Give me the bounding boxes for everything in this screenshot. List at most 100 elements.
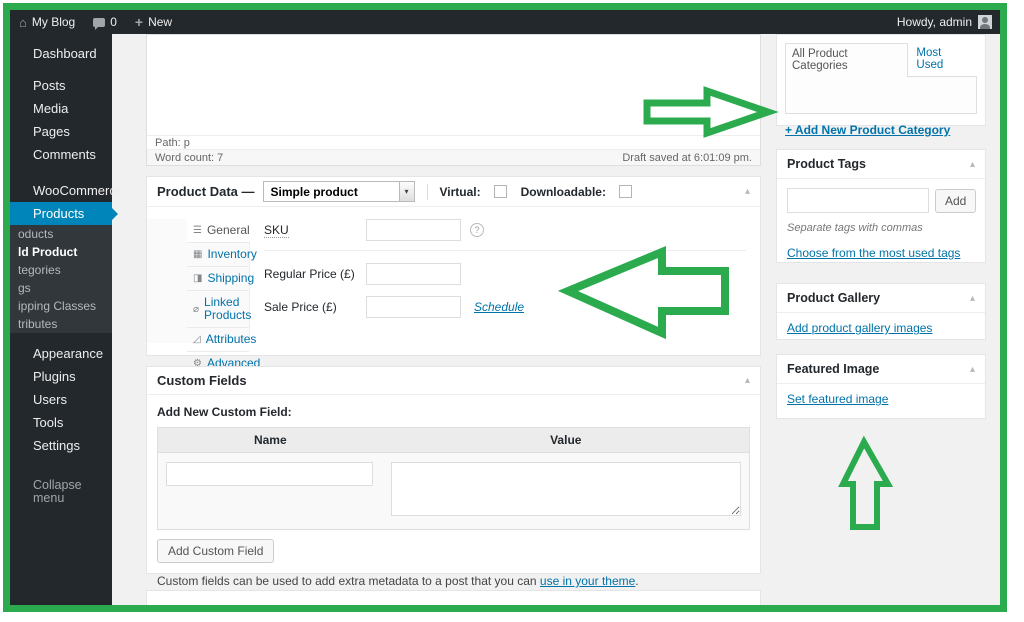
product-gallery-title: Product Gallery [787,291,880,305]
submenu-item-products[interactable]: oducts [10,225,112,243]
admin-sidebar: Dashboard Posts Media Pages Comments Woo… [10,34,112,605]
use-in-your-theme-link[interactable]: use in your theme [540,574,635,588]
sidebar-item-posts[interactable]: Posts [10,74,112,97]
name-column-header: Name [158,428,383,452]
sidebar-item-products-label: Products [33,206,84,221]
sidebar-item-appearance[interactable]: Appearance [10,342,112,365]
set-featured-image-link[interactable]: Set featured image [787,392,888,406]
custom-fields-help-prefix: Custom fields can be used to add extra m… [157,574,540,588]
sidebar-item-media[interactable]: Media [10,97,112,120]
word-count: Word count: 7 [155,152,223,164]
sidebar-item-comments[interactable]: Comments [10,143,112,166]
custom-fields-title: Custom Fields [157,373,247,388]
custom-field-value-input[interactable] [391,462,741,516]
submenu-item-tags[interactable]: gs [10,279,112,297]
collapse-panel-icon[interactable]: ▴ [745,186,750,197]
add-new-product-category-link[interactable]: + Add New Product Category [785,123,950,137]
collapse-panel-icon[interactable]: ▴ [745,375,750,386]
tab-attributes[interactable]: ◿ Attributes [187,328,249,352]
virtual-checkbox[interactable] [494,185,507,198]
general-tab-panel: SKU ? Regular Price (£) Sale Price (£) [250,207,760,355]
regular-price-input[interactable] [366,263,461,285]
avatar [978,15,992,29]
sidebar-item-settings[interactable]: Settings [10,434,112,457]
editor-path-bar: Path: p [147,136,760,150]
product-type-select[interactable]: Simple product ▾ [263,181,415,202]
custom-field-name-input[interactable] [166,462,373,486]
sidebar-item-pages[interactable]: Pages [10,120,112,143]
active-menu-arrow-icon [112,208,118,220]
admin-bar-account-link[interactable]: Howdy, admin [889,10,1000,34]
custom-fields-help-suffix: . [635,574,638,588]
new-tag-input[interactable] [787,188,929,213]
downloadable-label: Downloadable: [521,185,606,199]
submenu-item-attributes[interactable]: tributes [10,315,112,333]
editor-content-area[interactable] [147,35,760,136]
screenshot-green-frame: ⌂ My Blog 0 + New Howdy, admin Dashboard [3,3,1007,612]
plus-icon: + [135,15,143,29]
add-product-gallery-images-link[interactable]: Add product gallery images [787,321,932,335]
choose-most-used-tags-link[interactable]: Choose from the most used tags [787,246,960,260]
admin-bar-comments-link[interactable]: 0 [84,10,126,34]
product-type-value: Simple product [271,185,358,199]
downloadable-checkbox[interactable] [619,185,632,198]
comments-icon [93,18,105,27]
tab-linked-products[interactable]: ⌀ Linked Products [187,291,249,328]
admin-bar-site-link[interactable]: ⌂ My Blog [10,10,84,34]
tab-shipping[interactable]: ◨ Shipping [187,267,249,291]
tab-attributes-label: Attributes [206,333,257,346]
tab-general-label: General [207,224,250,237]
custom-fields-table: Name Value [157,427,750,530]
collapse-panel-icon[interactable]: ▴ [970,364,975,375]
product-tags-title: Product Tags [787,157,866,171]
sidebar-item-users[interactable]: Users [10,388,112,411]
sale-price-label: Sale Price (£) [264,300,366,314]
product-data-metabox: Product Data — Simple product ▾ Virtual:… [146,176,761,356]
sku-input[interactable] [366,219,461,241]
tab-shipping-label: Shipping [207,272,254,285]
comments-count: 0 [110,15,117,29]
editor-status-bar: Word count: 7 Draft saved at 6:01:09 pm. [147,150,760,165]
tab-linked-products-label: Linked Products [204,296,251,322]
product-data-header: Product Data — Simple product ▾ Virtual:… [147,177,760,207]
schedule-link[interactable]: Schedule [474,300,524,314]
product-data-tabs: ☰ General ▦ Inventory ◨ Shipping [147,219,250,343]
submenu-item-add-product[interactable]: ld Product [10,243,112,261]
help-icon[interactable]: ? [470,223,484,237]
sidebar-item-tools[interactable]: Tools [10,411,112,434]
category-checklist[interactable] [785,76,977,114]
add-tag-button[interactable]: Add [935,189,976,213]
divider [427,184,428,200]
truck-icon: ◨ [193,272,202,285]
howdy-label: Howdy, admin [897,15,972,29]
add-new-custom-field-label: Add New Custom Field: [157,405,750,419]
draft-saved-status: Draft saved at 6:01:09 pm. [622,152,752,164]
virtual-label: Virtual: [440,185,481,199]
sliders-icon: ☰ [193,224,202,237]
tab-inventory[interactable]: ▦ Inventory [187,243,249,267]
collapse-panel-icon[interactable]: ▴ [970,159,975,170]
chevron-down-icon: ▾ [399,182,414,201]
featured-image-title: Featured Image [787,362,879,376]
regular-price-label: Regular Price (£) [264,267,366,281]
collapse-panel-icon[interactable]: ▴ [970,293,975,304]
sidebar-item-woocommerce[interactable]: WooCommerce [10,179,112,202]
submenu-item-shipping-classes[interactable]: ipping Classes [10,297,112,315]
collapse-menu-button[interactable]: Collapse menu [10,474,112,510]
sidebar-item-plugins[interactable]: Plugins [10,365,112,388]
attributes-triangle-icon: ◿ [193,333,201,346]
tab-most-used[interactable]: Most Used [908,43,977,76]
custom-fields-metabox: Custom Fields ▴ Add New Custom Field: Na… [146,366,761,574]
sidebar-item-dashboard[interactable]: Dashboard [10,42,112,65]
products-submenu: oducts ld Product tegories gs ipping Cla… [10,225,112,333]
submenu-item-categories[interactable]: tegories [10,261,112,279]
sale-price-input[interactable] [366,296,461,318]
admin-bar-new-link[interactable]: + New [126,10,181,34]
sidebar-item-products[interactable]: Products [10,202,112,225]
tab-general[interactable]: ☰ General [187,219,250,243]
main-content-area: Path: p Word count: 7 Draft saved at 6:0… [112,34,1000,605]
admin-bar: ⌂ My Blog 0 + New Howdy, admin [10,10,1000,34]
tab-all-product-categories[interactable]: All Product Categories [785,43,908,77]
next-metabox-partial [146,590,761,605]
add-custom-field-button[interactable]: Add Custom Field [157,539,274,563]
